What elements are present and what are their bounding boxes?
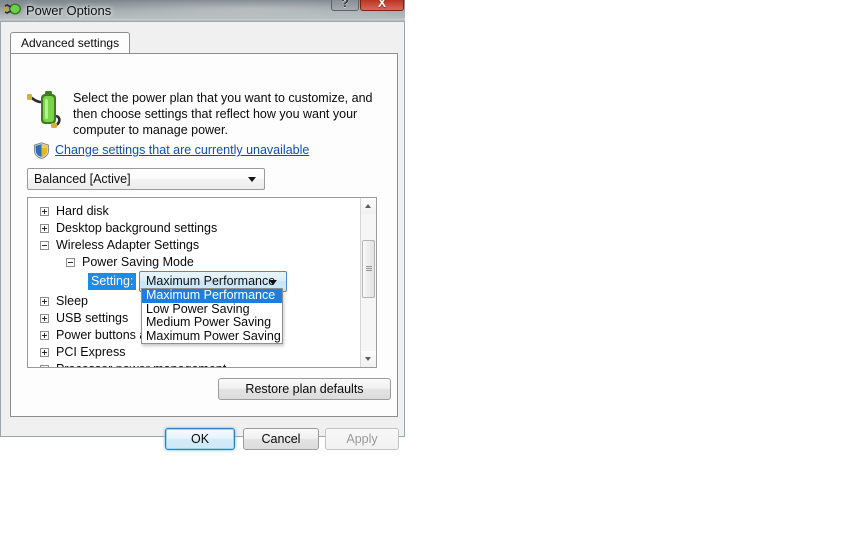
expander-minus-icon[interactable] (40, 241, 49, 250)
expander-plus-icon[interactable] (40, 331, 49, 340)
expander-minus-icon[interactable] (66, 258, 75, 267)
tree-item-label: Desktop background settings (56, 221, 218, 235)
setting-label: Setting: (88, 273, 137, 290)
change-unavailable-settings-link[interactable]: Change settings that are currently unava… (55, 143, 309, 157)
tree-item-label: PCI Express (56, 345, 126, 359)
tree-item-power-saving-mode[interactable]: Power Saving Mode (28, 254, 361, 271)
dropdown-option-medium-power-saving[interactable]: Medium Power Saving (142, 315, 282, 330)
dropdown-option-maximum-power-saving[interactable]: Maximum Power Saving (142, 329, 282, 344)
tree-item-hard-disk[interactable]: Hard disk (28, 203, 361, 220)
expander-plus-icon[interactable] (40, 348, 49, 357)
tree-item-label: Power Saving Mode (82, 255, 194, 269)
power-plug-icon (4, 3, 21, 15)
scroll-down-button[interactable] (361, 351, 376, 367)
tree-item-processor-power-management[interactable]: Processor power management (28, 361, 361, 367)
tree-item-label: Wireless Adapter Settings (56, 238, 200, 252)
dropdown-option-low-power-saving[interactable]: Low Power Saving (142, 302, 282, 317)
tree-item-pci-express[interactable]: PCI Express (28, 344, 361, 361)
uac-shield-icon (33, 142, 50, 159)
tree-item-desktop-background-settings[interactable]: Desktop background settings (28, 220, 361, 237)
tree-item-label: Hard disk (56, 204, 109, 218)
chevron-down-icon (248, 177, 256, 182)
expander-plus-icon[interactable] (40, 365, 49, 367)
power-saving-mode-dropdown-list[interactable]: Maximum Performance Low Power Saving Med… (141, 288, 283, 344)
tab-strip: Advanced settings (10, 32, 398, 54)
power-options-window: Power Options ? X Advanced settings Sele… (0, 0, 405, 450)
power-plan-combobox[interactable]: Balanced [Active] (27, 168, 265, 190)
cancel-button[interactable]: Cancel (243, 428, 319, 450)
tab-advanced-settings[interactable]: Advanced settings (10, 32, 131, 54)
dialog-client-area: Advanced settings Select the power plan … (0, 22, 405, 450)
tree-item-wireless-adapter-settings[interactable]: Wireless Adapter Settings (28, 237, 361, 254)
scroll-up-button[interactable] (361, 198, 376, 214)
tab-panel: Select the power plan that you want to c… (10, 53, 398, 417)
expander-plus-icon[interactable] (40, 314, 49, 323)
apply-button: Apply (325, 428, 399, 450)
dialog-description: Select the power plan that you want to c… (73, 91, 373, 137)
tree-item-label: Processor power management (56, 361, 226, 367)
tree-item-label: Sleep (56, 294, 88, 308)
chevron-down-icon (269, 280, 277, 285)
power-plan-value: Balanced [Active] (34, 172, 131, 186)
scroll-down-arrow-icon (365, 357, 371, 361)
battery-plug-icon (27, 91, 61, 128)
dropdown-option-maximum-performance[interactable]: Maximum Performance (142, 288, 282, 303)
ok-button[interactable]: OK (165, 428, 235, 450)
expander-plus-icon[interactable] (40, 297, 49, 306)
expander-plus-icon[interactable] (40, 207, 49, 216)
help-button[interactable]: ? (331, 0, 359, 11)
close-button[interactable]: X (360, 0, 404, 11)
expander-plus-icon[interactable] (40, 224, 49, 233)
tree-item-label: USB settings (56, 311, 129, 325)
tree-scrollbar[interactable] (360, 198, 376, 367)
window-title: Power Options (26, 3, 112, 18)
scrollbar-thumb[interactable] (362, 240, 375, 298)
scroll-up-arrow-icon (365, 204, 371, 208)
restore-plan-defaults-button[interactable]: Restore plan defaults (218, 378, 391, 400)
